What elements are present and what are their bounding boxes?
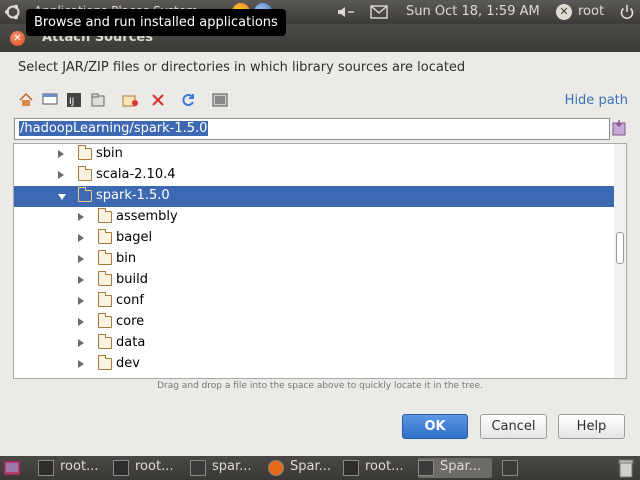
tree-row-label: data	[116, 335, 146, 350]
user-name[interactable]: root	[578, 4, 604, 19]
svg-text:IJ: IJ	[69, 97, 74, 107]
folder-icon	[78, 187, 92, 202]
tree-row-label: dev	[116, 356, 140, 371]
folder-icon	[98, 334, 112, 349]
power-icon[interactable]	[619, 4, 635, 20]
tree-row-label: bin	[116, 251, 137, 266]
ok-button[interactable]: OK	[402, 414, 468, 439]
file-tree[interactable]: sbin scala-2.10.4 spark-1.5.0 assembly bagel…	[13, 143, 627, 379]
volume-icon[interactable]	[336, 4, 356, 20]
terminal-icon	[38, 460, 54, 476]
intellij-icon	[418, 460, 434, 476]
dialog-description: Select JAR/ZIP files or directories in w…	[18, 60, 466, 75]
tree-row-label: core	[116, 314, 145, 329]
attach-sources-dialog: ✕ Attach Sources Select JAR/ZIP files or…	[0, 24, 640, 456]
tree-row-label: build	[116, 272, 148, 287]
cancel-button[interactable]: Cancel	[480, 414, 547, 439]
folder-icon	[98, 292, 112, 307]
expand-arrow-icon[interactable]	[58, 150, 64, 158]
tree-row[interactable]: bin	[14, 249, 614, 270]
taskbar-item[interactable]: Spar...	[268, 458, 340, 478]
collapse-arrow-icon[interactable]	[58, 194, 66, 200]
folder-icon	[98, 271, 112, 286]
tree-scrollbar[interactable]	[614, 144, 626, 378]
taskbar-item[interactable]: root...	[343, 458, 415, 478]
ubuntu-logo-icon[interactable]	[4, 3, 22, 21]
tree-row-label: assembly	[116, 209, 178, 224]
close-button[interactable]: ✕	[10, 31, 25, 46]
show-desktop-icon[interactable]	[3, 460, 21, 476]
new-folder-icon[interactable]	[122, 92, 138, 108]
tree-row[interactable]: scala-2.10.4	[14, 165, 614, 186]
drag-drop-hint: Drag and drop a file into the space abov…	[157, 381, 483, 391]
expand-arrow-icon[interactable]	[78, 318, 84, 326]
folder-icon	[98, 313, 112, 328]
mail-icon[interactable]	[370, 5, 388, 19]
taskbar-item-label: root...	[135, 459, 174, 474]
tree-row[interactable]: core	[14, 312, 614, 333]
folder-icon	[98, 250, 112, 265]
intellij-icon	[502, 460, 518, 476]
expand-arrow-icon[interactable]	[78, 213, 84, 221]
tree-row-label: scala-2.10.4	[96, 167, 176, 182]
desktop-icon[interactable]	[42, 92, 58, 108]
taskbar-item[interactable]: root...	[113, 458, 185, 478]
tree-row-label: spark-1.5.0	[96, 188, 170, 203]
user-icon[interactable]: ✕	[556, 4, 572, 20]
taskbar-launcher[interactable]	[498, 458, 524, 478]
expand-arrow-icon[interactable]	[58, 171, 64, 179]
terminal-icon	[113, 460, 129, 476]
expand-arrow-icon[interactable]	[78, 339, 84, 347]
tree-row-label: bagel	[116, 230, 153, 245]
tree-row[interactable]: dev	[14, 354, 614, 375]
clock[interactable]: Sun Oct 18, 1:59 AM	[406, 4, 540, 19]
project-icon[interactable]: IJ	[66, 92, 82, 108]
tree-row[interactable]: bagel	[14, 228, 614, 249]
folder-icon	[98, 229, 112, 244]
terminal-icon	[343, 460, 359, 476]
tree-row[interactable]: data	[14, 333, 614, 354]
folder-icon	[98, 208, 112, 223]
path-input[interactable]: /hadoopLearning/spark-1.5.0	[14, 118, 610, 140]
taskbar-item[interactable]: Spar...	[418, 458, 492, 478]
trash-icon[interactable]	[618, 458, 634, 478]
tree-row[interactable]: sbin	[14, 144, 614, 165]
help-button[interactable]: Help	[558, 414, 625, 439]
tree-row[interactable]: conf	[14, 291, 614, 312]
expand-arrow-icon[interactable]	[78, 255, 84, 263]
taskbar-item[interactable]: spar...	[190, 458, 262, 478]
delete-icon[interactable]	[150, 92, 166, 108]
taskbar-item[interactable]: root...	[38, 458, 110, 478]
tree-row-label: conf	[116, 293, 144, 308]
tree-row[interactable]: build	[14, 270, 614, 291]
taskbar-item-label: Spar...	[290, 459, 332, 474]
path-history-icon[interactable]	[612, 120, 626, 136]
tooltip: Browse and run installed applications	[26, 9, 286, 36]
tree-scrollbar-thumb[interactable]	[616, 232, 624, 264]
home-icon[interactable]	[18, 92, 34, 108]
taskbar-item-label: spar...	[212, 459, 252, 474]
folder-icon	[78, 145, 92, 160]
path-input-value: /hadoopLearning/spark-1.5.0	[19, 121, 209, 136]
taskbar-item-label: root...	[365, 459, 404, 474]
folder-icon	[78, 166, 92, 181]
expand-arrow-icon[interactable]	[78, 360, 84, 368]
folder-icon	[98, 355, 112, 370]
tree-row[interactable]: spark-1.5.0	[14, 186, 614, 207]
refresh-icon[interactable]	[180, 92, 196, 108]
hide-path-link[interactable]: Hide path	[565, 93, 628, 108]
tree-row[interactable]: assembly	[14, 207, 614, 228]
firefox-icon	[268, 460, 284, 476]
taskbar-item-label: root...	[60, 459, 99, 474]
tree-row-label: sbin	[96, 146, 123, 161]
show-hidden-icon[interactable]	[212, 92, 228, 108]
expand-arrow-icon[interactable]	[78, 297, 84, 305]
expand-arrow-icon[interactable]	[78, 276, 84, 284]
module-icon[interactable]	[90, 92, 106, 108]
expand-arrow-icon[interactable]	[78, 234, 84, 242]
intellij-icon	[190, 460, 206, 476]
taskbar-item-label: Spar...	[440, 459, 482, 474]
taskbar: root... root... spar... Spar... root... Spar.…	[0, 456, 640, 480]
